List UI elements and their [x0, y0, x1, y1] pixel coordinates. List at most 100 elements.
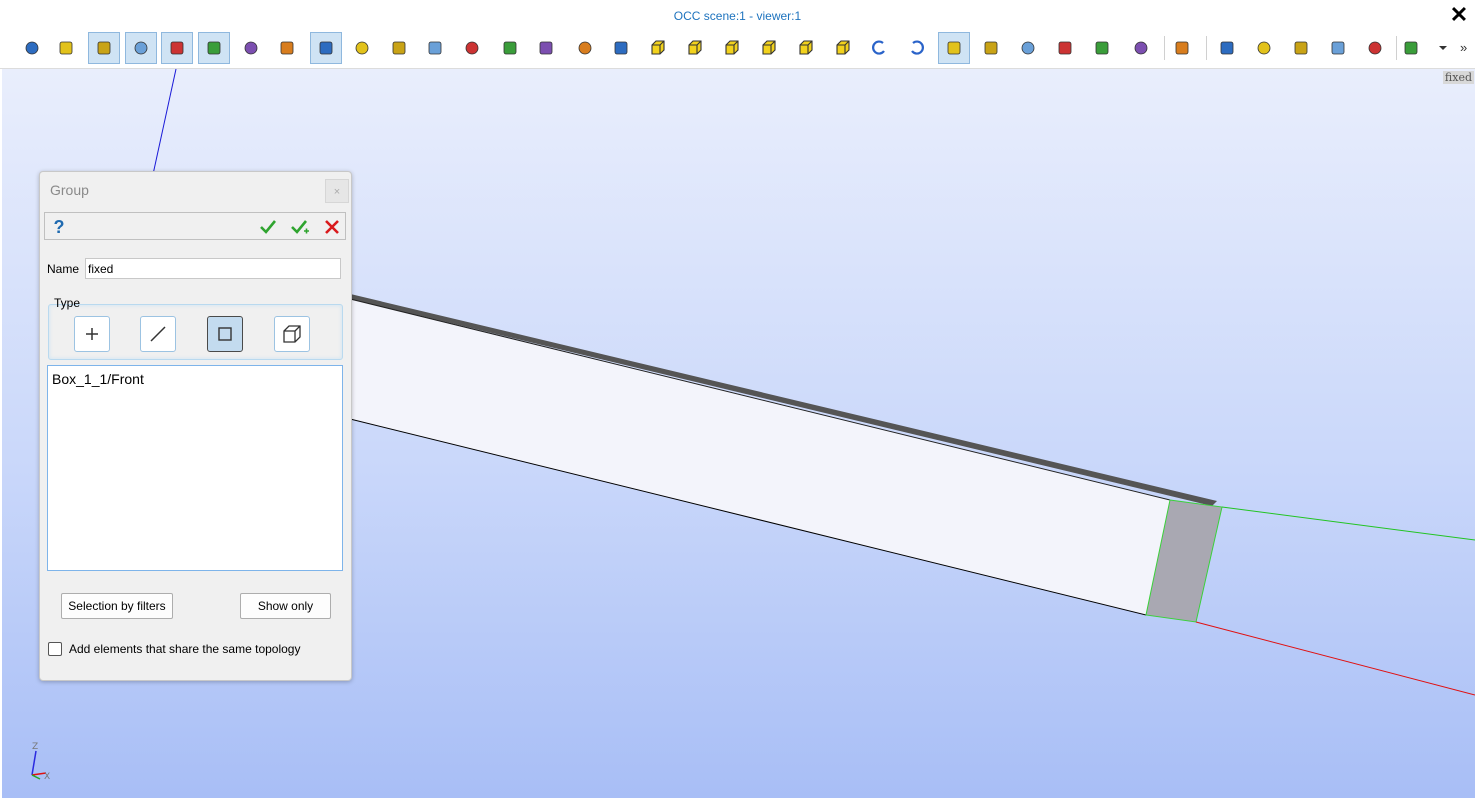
- scale-icon: [1257, 41, 1271, 55]
- node-icon: [86, 328, 98, 340]
- dialog-title: Group: [50, 182, 89, 198]
- clone-view-icon: [1175, 41, 1189, 55]
- toolbar-overflow-icon[interactable]: »: [1460, 40, 1467, 55]
- elements-list[interactable]: Box_1_1/Front: [47, 365, 343, 571]
- rotate-cw-button[interactable]: [901, 32, 933, 64]
- left-view-icon: [799, 40, 813, 55]
- fit-all-icon: [355, 41, 369, 55]
- zoom-button[interactable]: [419, 32, 451, 64]
- scale-button[interactable]: [1248, 32, 1280, 64]
- dialog-action-bar: ?: [44, 212, 346, 240]
- type-face-button[interactable]: [207, 316, 243, 352]
- restore-view-button[interactable]: [1125, 32, 1157, 64]
- right-view-button[interactable]: [827, 32, 859, 64]
- rotation-point-button[interactable]: [605, 32, 637, 64]
- dump-view-icon: [25, 41, 39, 55]
- rotate-cw-icon: [911, 40, 924, 55]
- dump-view-button[interactable]: [16, 32, 48, 64]
- pan-icon: [503, 41, 517, 55]
- group-name-input[interactable]: [85, 258, 341, 279]
- share-topology-label: Add elements that share the same topolog…: [69, 642, 301, 656]
- ortho-projection-button[interactable]: [938, 32, 970, 64]
- style-switch-button[interactable]: [1359, 32, 1391, 64]
- type-node-button[interactable]: [74, 316, 110, 352]
- top-view-button[interactable]: [716, 32, 748, 64]
- triad-x-label: X: [44, 772, 50, 782]
- more-dropdown-button[interactable]: [1427, 32, 1459, 64]
- style-switch-icon: [1368, 41, 1382, 55]
- minimize-button[interactable]: [1395, 32, 1427, 64]
- name-label: Name: [47, 262, 80, 276]
- graduated-axes-icon: [1294, 41, 1308, 55]
- memorize-view-button[interactable]: [1086, 32, 1118, 64]
- help-icon: ?: [53, 216, 65, 237]
- box-side-face: [342, 297, 1170, 615]
- clone-view-button[interactable]: [1166, 32, 1198, 64]
- window-title: OCC scene:1 - viewer:1: [673, 9, 802, 23]
- type-label: Type: [54, 296, 81, 310]
- circle-select-button[interactable]: [271, 32, 303, 64]
- list-item[interactable]: Box_1_1/Front: [52, 371, 144, 387]
- front-view-button[interactable]: [642, 32, 674, 64]
- window-close-button[interactable]: ✕: [1447, 3, 1471, 27]
- back-view-button[interactable]: [679, 32, 711, 64]
- selection-by-filters-button[interactable]: Selection by filters: [61, 593, 173, 619]
- cross-icon: [325, 220, 339, 234]
- fit-area-button[interactable]: [383, 32, 415, 64]
- ambient-light-icon: [1331, 41, 1345, 55]
- rotate-ccw-icon: [872, 40, 885, 55]
- circle-select-icon: [280, 41, 294, 55]
- axis-triad-icon: Z X: [31, 742, 50, 782]
- zoom-selection-button[interactable]: [456, 32, 488, 64]
- type-edge-button[interactable]: [140, 316, 176, 352]
- trihedron-button[interactable]: [310, 32, 342, 64]
- y-axis-line: [1221, 506, 1475, 541]
- select-solid-icon: [170, 41, 184, 55]
- edge-icon: [150, 326, 166, 342]
- view-toolbar: »: [0, 30, 1475, 69]
- pan-button[interactable]: [494, 32, 526, 64]
- global-pan-button[interactable]: [530, 32, 562, 64]
- fit-all-button[interactable]: [346, 32, 378, 64]
- reset-button[interactable]: [1049, 32, 1081, 64]
- check-icon: [260, 220, 277, 234]
- apply-and-close-button[interactable]: [289, 216, 311, 238]
- trihedron-icon: [319, 41, 333, 55]
- graduated-axes-button[interactable]: [1285, 32, 1317, 64]
- zoom-selection-icon: [465, 41, 479, 55]
- bottom-view-button[interactable]: [753, 32, 785, 64]
- polygon-select-icon: [244, 41, 258, 55]
- clipping-button[interactable]: [1211, 32, 1243, 64]
- cancel-button[interactable]: [321, 216, 343, 238]
- back-view-icon: [688, 40, 702, 55]
- check-plus-icon: [291, 220, 309, 234]
- show-only-button[interactable]: Show only: [240, 593, 331, 619]
- dialog-close-button[interactable]: ×: [325, 179, 349, 203]
- share-topology-checkbox[interactable]: [48, 642, 62, 656]
- apply-button[interactable]: [257, 216, 279, 238]
- type-group: Type: [48, 292, 343, 360]
- zoom-icon: [428, 41, 442, 55]
- perspective-button[interactable]: [975, 32, 1007, 64]
- left-view-button[interactable]: [790, 32, 822, 64]
- help-button[interactable]: ?: [48, 216, 70, 238]
- toolbar-separator: [1164, 36, 1165, 60]
- select-edge-button[interactable]: [88, 32, 120, 64]
- memorize-view-icon: [1095, 41, 1109, 55]
- polygon-select-button[interactable]: [235, 32, 267, 64]
- mouse-button[interactable]: [50, 32, 82, 64]
- mouse-icon: [59, 41, 73, 55]
- rotate-ccw-button[interactable]: [863, 32, 895, 64]
- rotate-button[interactable]: [569, 32, 601, 64]
- select-face-button[interactable]: [125, 32, 157, 64]
- stereo-button[interactable]: [1012, 32, 1044, 64]
- toolbar-separator: [1206, 36, 1207, 60]
- volume-icon: [283, 325, 301, 343]
- select-edge-icon: [97, 41, 111, 55]
- select-solid-button[interactable]: [161, 32, 193, 64]
- ambient-light-button[interactable]: [1322, 32, 1354, 64]
- select-face-icon: [134, 41, 148, 55]
- x-axis-line: [1195, 621, 1475, 696]
- type-volume-button[interactable]: [274, 316, 310, 352]
- rectangle-select-button[interactable]: [198, 32, 230, 64]
